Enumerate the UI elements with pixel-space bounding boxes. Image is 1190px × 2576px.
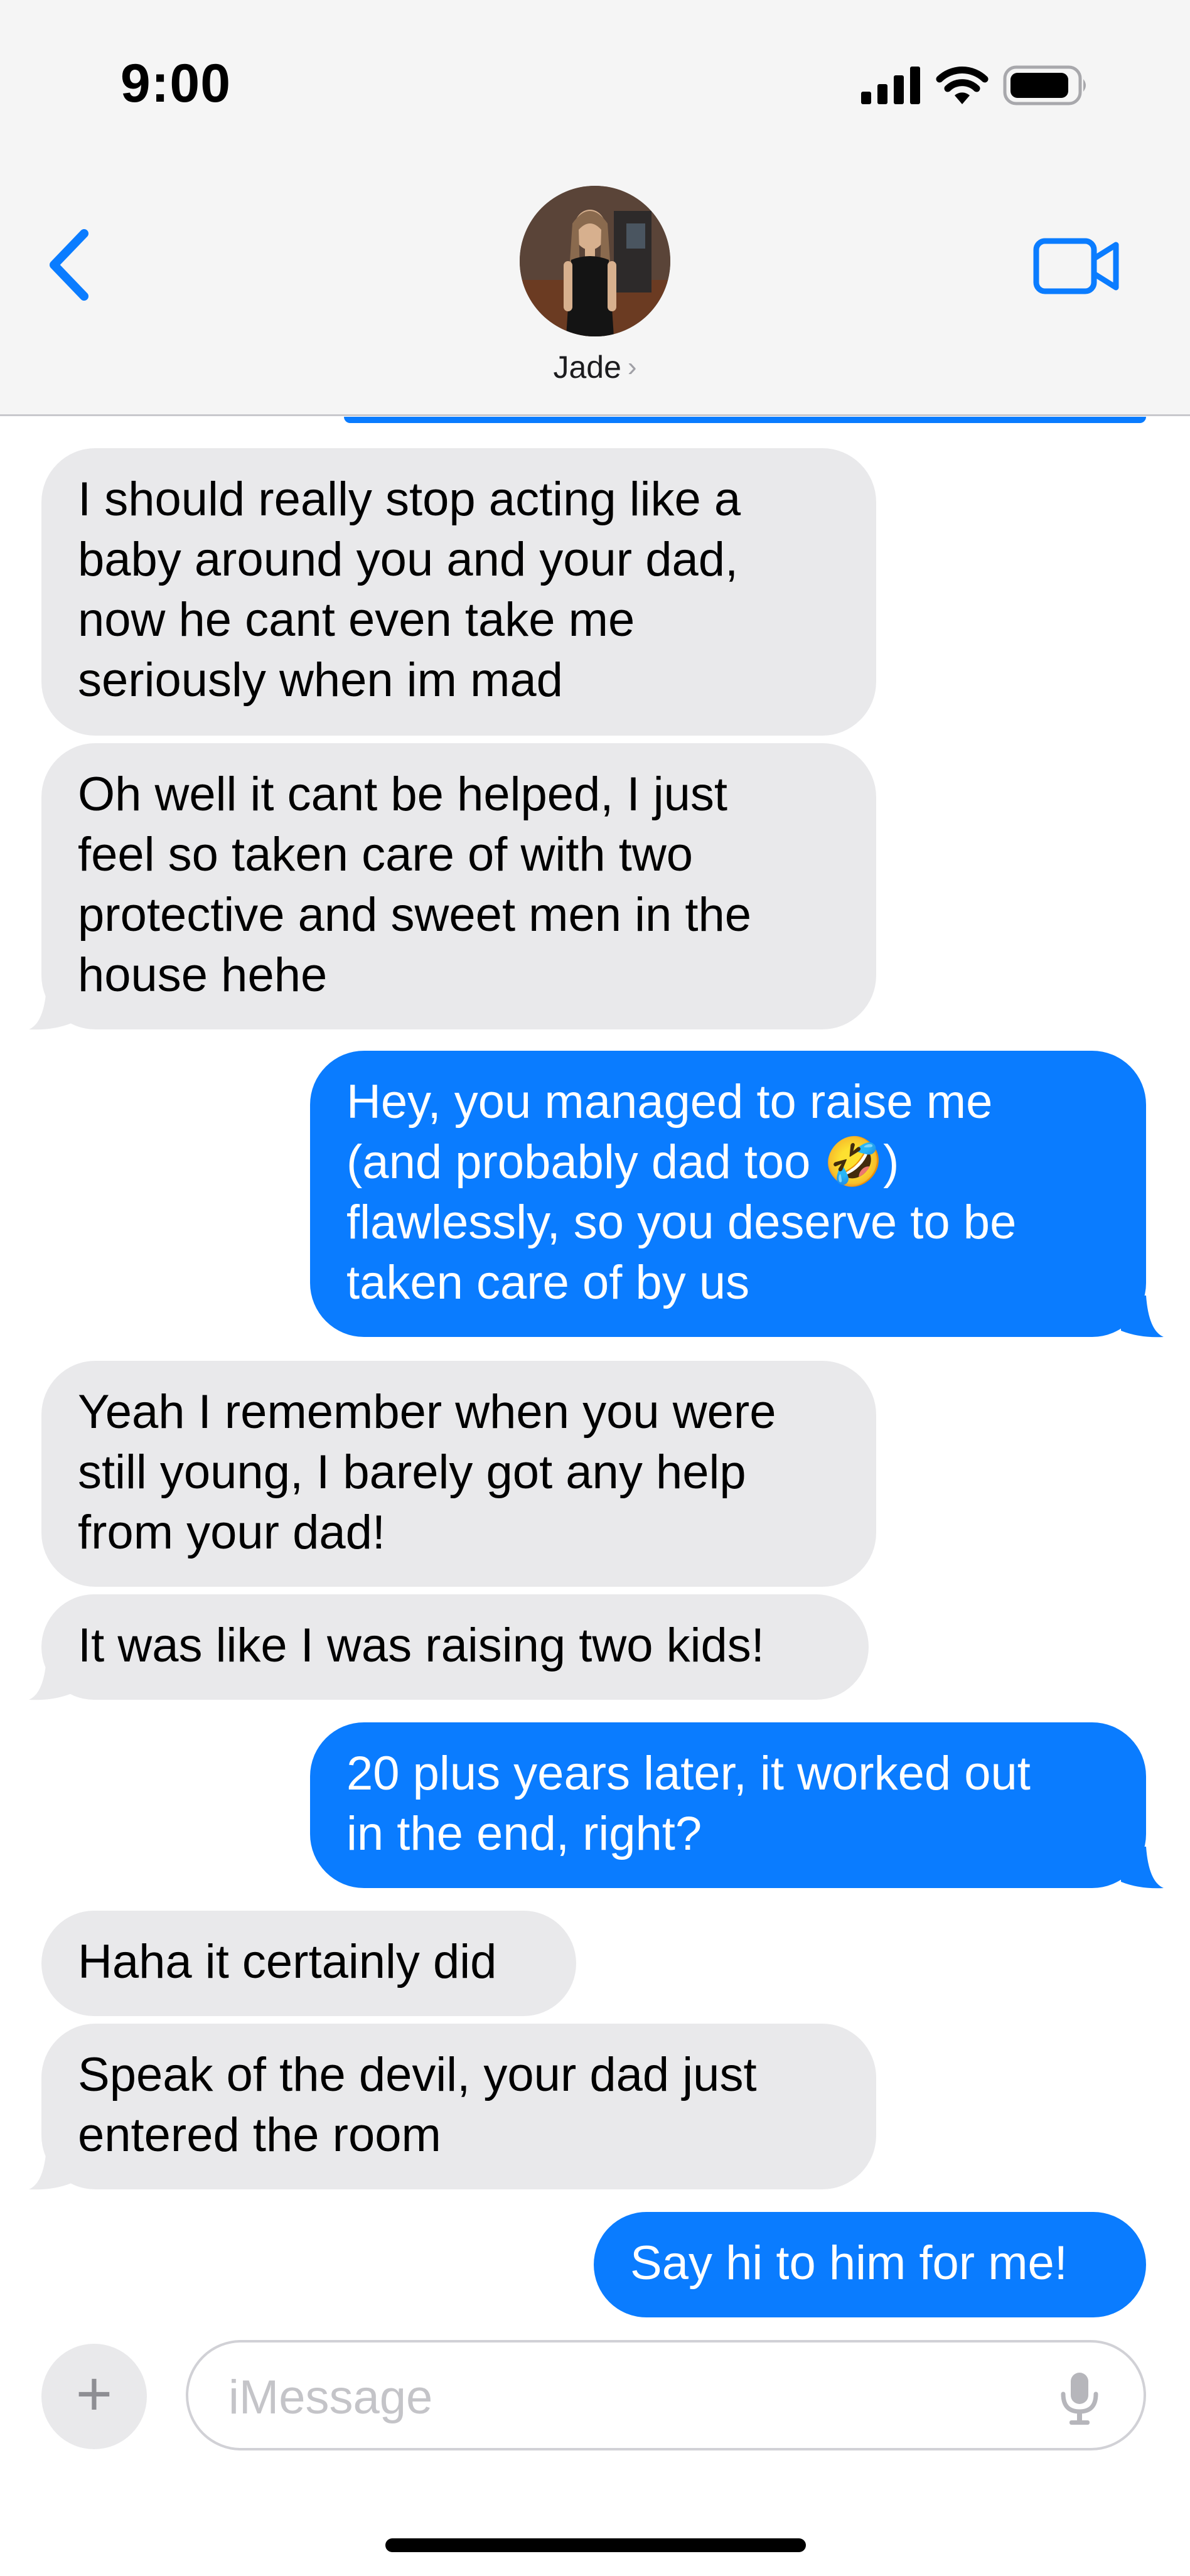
contact-name: Jade bbox=[553, 350, 621, 385]
microphone-icon bbox=[1061, 2373, 1098, 2425]
bubble-tail-incoming bbox=[29, 2148, 72, 2190]
contact-avatar bbox=[520, 186, 670, 336]
message-bubble-incoming[interactable]: I should really stop acting like a baby … bbox=[41, 448, 876, 736]
home-indicator bbox=[385, 2538, 806, 2552]
cellular-signal-icon bbox=[861, 67, 920, 104]
message-bubble-incoming[interactable]: Oh well it cant be helped, I just feel s… bbox=[41, 743, 876, 1029]
dictation-button[interactable] bbox=[1054, 2370, 1105, 2427]
contact-info-button[interactable]: Jade › bbox=[501, 186, 689, 385]
message-bubble-incoming[interactable]: Yeah I remember when you were still youn… bbox=[41, 1361, 876, 1587]
messages-app: 9:00 Jade › I should really stop acting … bbox=[0, 0, 1190, 2576]
avatar-photo bbox=[520, 186, 670, 336]
partial-outgoing-bubble bbox=[344, 417, 1146, 423]
message-bubble-incoming[interactable]: Haha it certainly did bbox=[41, 1911, 576, 2016]
status-icons bbox=[861, 65, 1090, 105]
bubble-tail-incoming bbox=[29, 988, 72, 1030]
facetime-video-button[interactable] bbox=[1033, 237, 1121, 295]
wifi-icon bbox=[936, 67, 989, 104]
video-camera-icon bbox=[1033, 238, 1119, 294]
message-bubble-incoming[interactable]: Speak of the devil, your dad just entere… bbox=[41, 2024, 876, 2189]
imessage-input[interactable]: iMessage bbox=[186, 2340, 1146, 2450]
message-list[interactable]: I should really stop acting like a baby … bbox=[0, 417, 1190, 2322]
chevron-left-icon bbox=[50, 229, 88, 301]
back-button[interactable] bbox=[45, 227, 95, 303]
input-placeholder: iMessage bbox=[228, 2371, 433, 2424]
bubble-tail-outgoing bbox=[1121, 1847, 1164, 1889]
battery-icon bbox=[1003, 65, 1086, 105]
conversation-header: 9:00 Jade › bbox=[0, 0, 1190, 416]
status-time: 9:00 bbox=[120, 53, 232, 114]
message-bubble-outgoing[interactable]: 20 plus years later, it worked out in th… bbox=[310, 1722, 1146, 1888]
message-bubble-outgoing[interactable]: Say hi to him for me! bbox=[594, 2212, 1146, 2317]
message-composer: + iMessage bbox=[0, 2322, 1190, 2576]
message-bubble-incoming[interactable]: It was like I was raising two kids! bbox=[41, 1594, 869, 1700]
chevron-right-icon: › bbox=[627, 352, 637, 382]
contact-name-row: Jade › bbox=[501, 349, 689, 385]
add-attachment-button[interactable]: + bbox=[41, 2344, 147, 2449]
bubble-tail-outgoing bbox=[1121, 1296, 1164, 1338]
bubble-tail-incoming bbox=[29, 1658, 72, 1700]
message-bubble-outgoing[interactable]: Hey, you managed to raise me (and probab… bbox=[310, 1051, 1146, 1337]
